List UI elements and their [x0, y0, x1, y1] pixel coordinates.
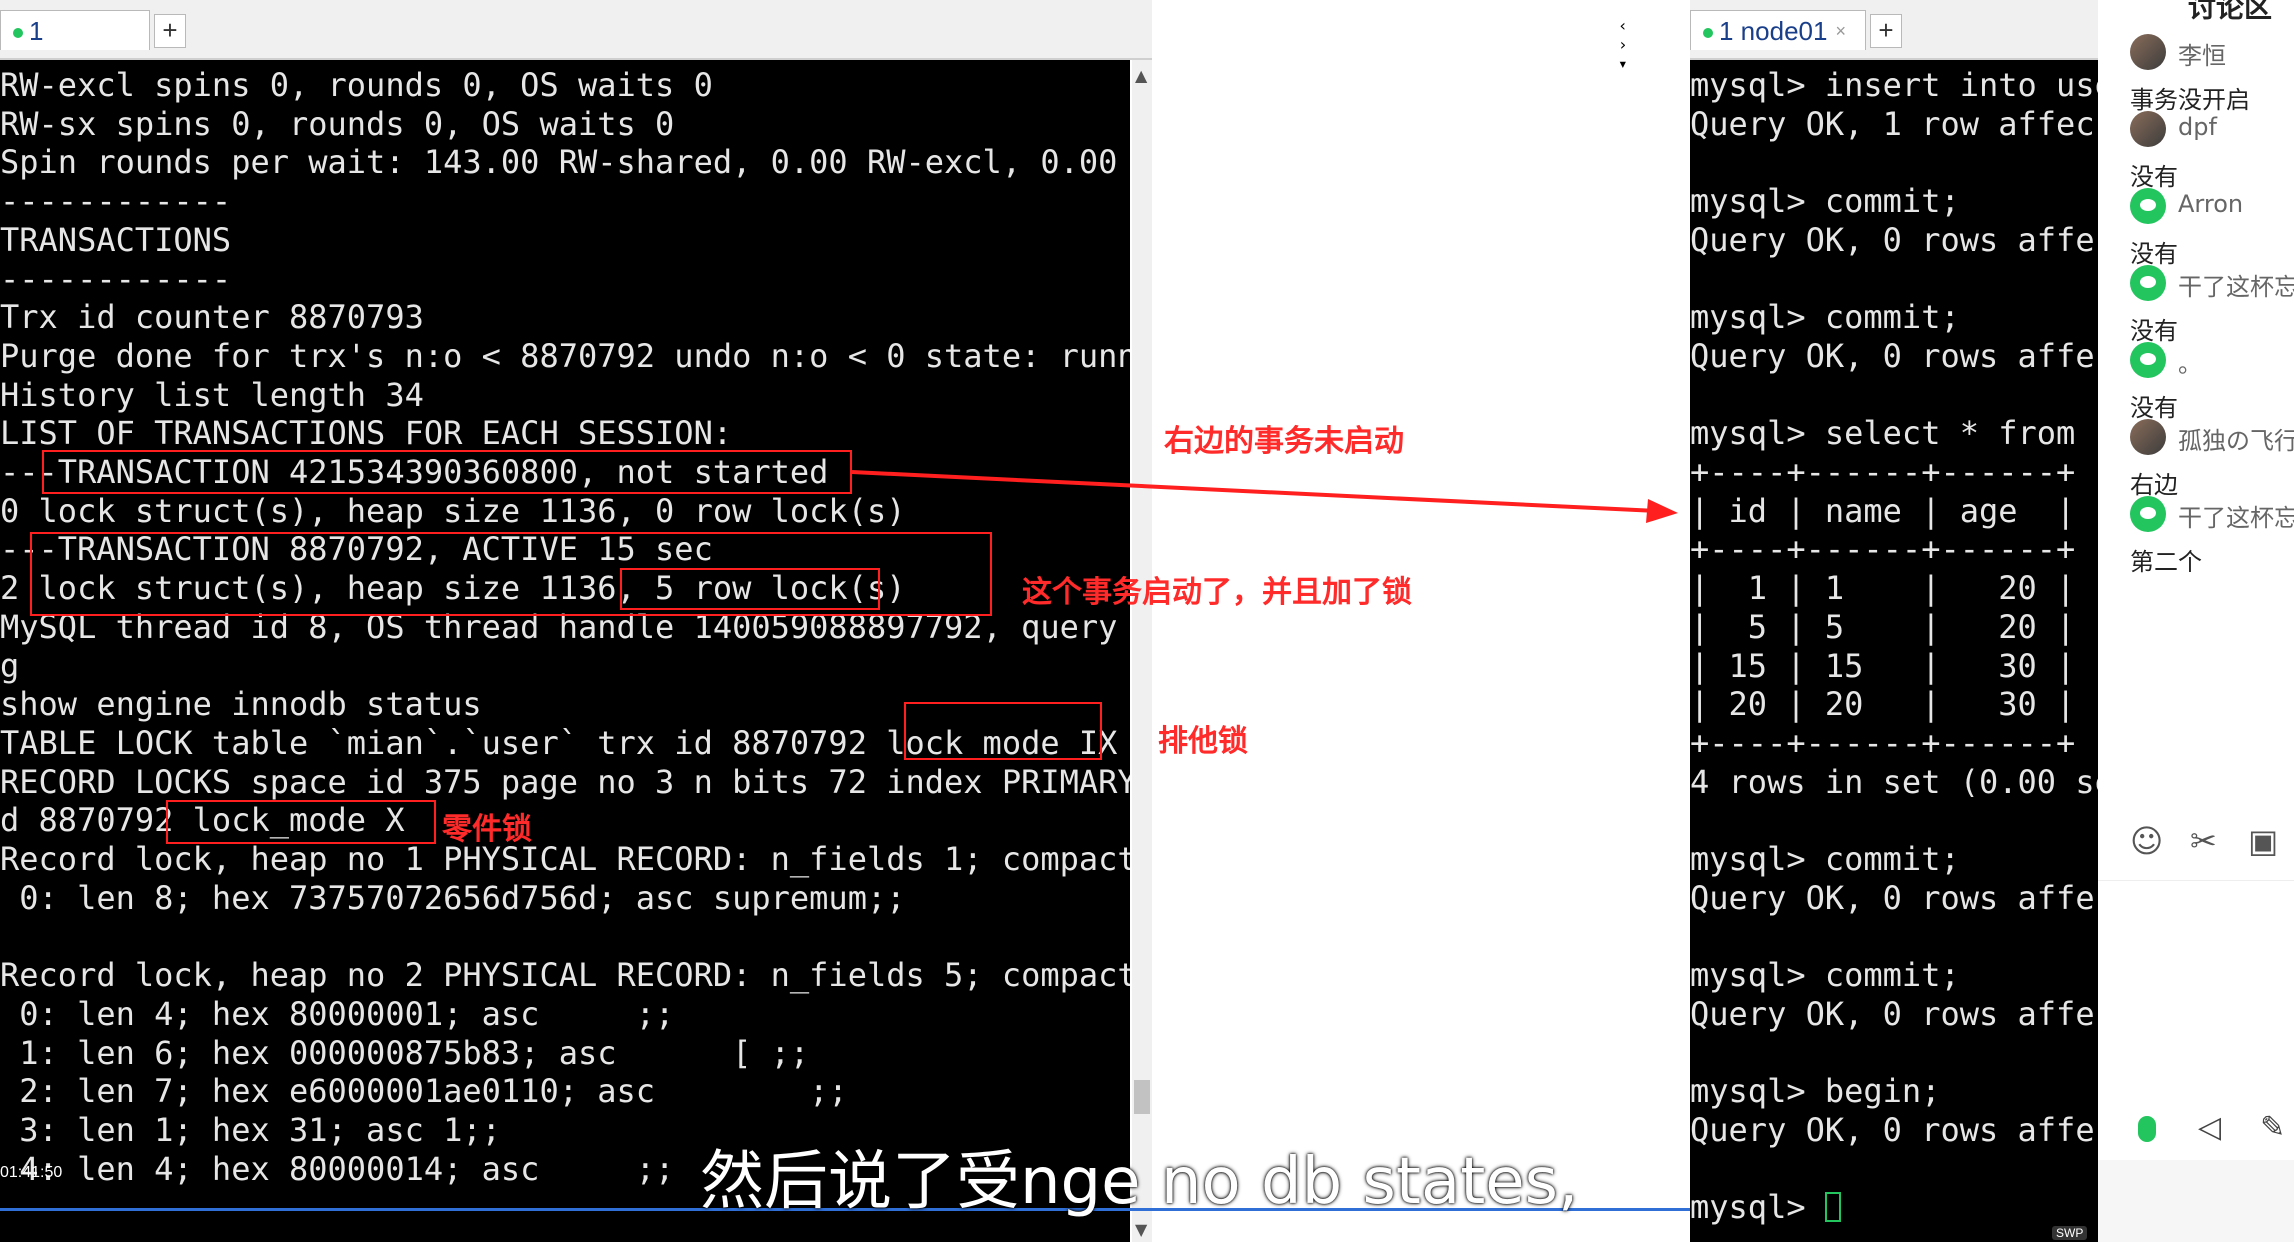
emoji-icon[interactable]: ☺	[2130, 822, 2163, 860]
chat-message-text: 事务没开启	[2130, 86, 2250, 114]
chat-message-text: 没有	[2130, 317, 2178, 345]
annotation-started-locked: 这个事务启动了，并且加了锁	[1022, 575, 1412, 610]
chat-message-text: 没有	[2130, 394, 2178, 422]
chat-sender-name: 。	[2178, 350, 2202, 378]
chat-sender-name: 干了这杯忘	[2178, 504, 2294, 532]
chat-message-text: 没有	[2130, 240, 2178, 268]
chat-message-text: 右边	[2130, 471, 2178, 499]
image-icon[interactable]: ▣	[2248, 822, 2278, 860]
discussion-panel: 讨论区 李恒 事务没开启 dpf 没有 Arron 没有 干了这杯忘 没有。没有 孤独の飞行 右边…	[2098, 0, 2294, 1160]
speaker-icon[interactable]: ◁	[2198, 1110, 2221, 1145]
wechat-avatar-icon	[2130, 188, 2166, 224]
video-subtitle: 然后说了受nge no db states,	[700, 1145, 1579, 1219]
avatar	[2130, 111, 2166, 147]
annotation-exclusive-lock: 排他锁	[1158, 724, 1248, 759]
mic-icon[interactable]	[2138, 1116, 2156, 1142]
chat-sender-name: 干了这杯忘	[2178, 273, 2294, 301]
scissors-icon[interactable]: ✂	[2190, 822, 2217, 860]
pen-icon[interactable]: ✎	[2260, 1110, 2285, 1145]
corner-badge: SWP	[2052, 1226, 2088, 1240]
chat-input-area[interactable]	[2098, 880, 2294, 1101]
avatar	[2130, 34, 2166, 70]
chat-sender-name: Arron	[2178, 190, 2244, 218]
chat-sender-name: 孤独の飞行	[2178, 427, 2294, 455]
wechat-avatar-icon	[2130, 342, 2166, 378]
discussion-header: 讨论区	[2188, 0, 2273, 24]
annotation-arrow	[851, 470, 1678, 523]
chat-sender-name: dpf	[2178, 113, 2217, 141]
chat-panel-shadow	[2098, 1160, 2294, 1242]
annotation-zero-lock: 零件锁	[442, 812, 532, 847]
avatar	[2130, 419, 2166, 455]
video-timestamp: 01:41:50	[0, 1164, 63, 1181]
chat-message-text: 第二个	[2130, 548, 2202, 576]
wechat-avatar-icon	[2130, 496, 2166, 532]
annotation-right-not-started: 右边的事务未启动	[1164, 424, 1404, 459]
chat-sender-name: 李恒	[2178, 42, 2226, 70]
wechat-avatar-icon	[2130, 265, 2166, 301]
chat-message-text: 没有	[2130, 163, 2178, 191]
